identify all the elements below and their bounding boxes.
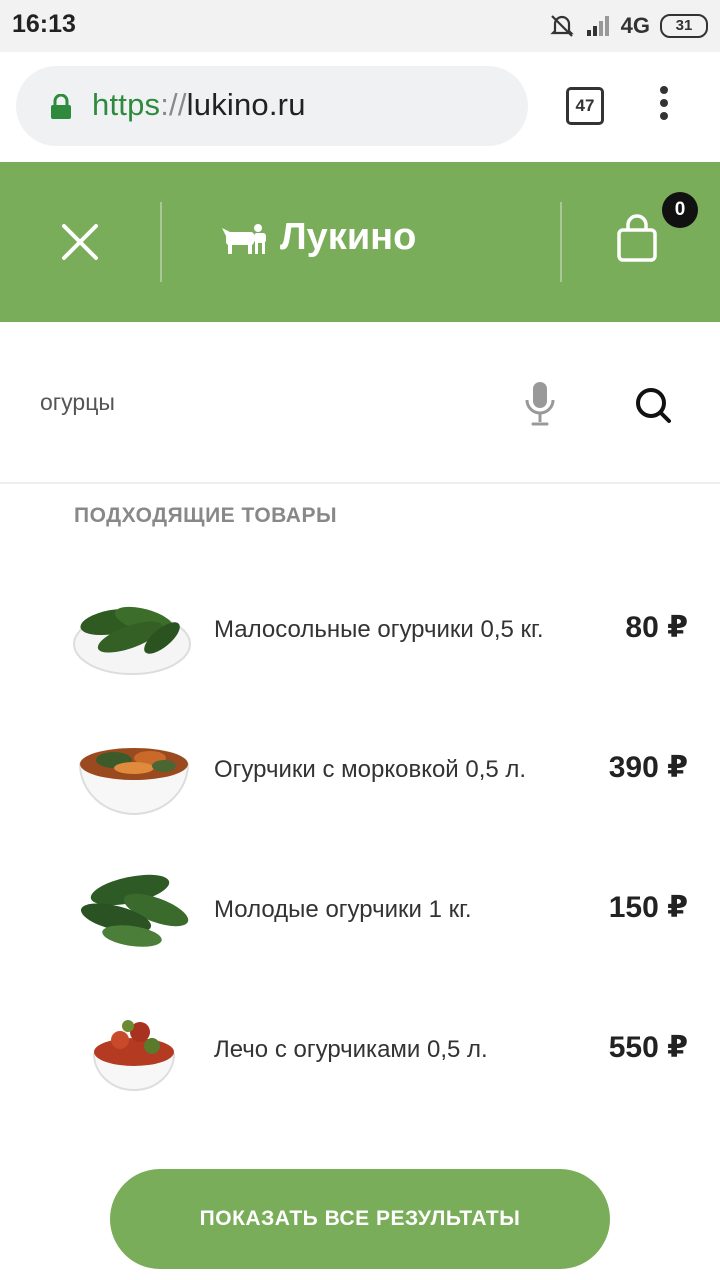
product-item[interactable]: Лечо с огурчиками 0,5 л. 550 ₽ xyxy=(0,994,720,1114)
product-price: 80 ₽ xyxy=(625,611,688,644)
bell-off-icon xyxy=(549,15,574,37)
results-heading: ПОДХОДЯЩИЕ ТОВАРЫ xyxy=(74,504,338,527)
signal-icon xyxy=(586,16,609,36)
shopping-bag-icon[interactable] xyxy=(614,214,660,264)
url-separator: :// xyxy=(160,87,187,122)
lecho-bowl-icon xyxy=(92,1020,176,1091)
tab-switcher-button[interactable]: 47 xyxy=(566,87,604,125)
url-host: lukino.ru xyxy=(186,87,306,122)
menu-dot-icon xyxy=(660,86,668,94)
microphone-icon[interactable] xyxy=(524,380,556,428)
product-name: Малосольные огурчики 0,5 кг. xyxy=(214,616,544,643)
product-price: 550 ₽ xyxy=(608,1031,688,1064)
close-icon[interactable] xyxy=(58,220,102,264)
product-item[interactable]: Огурчики с морковкой 0,5 л. 390 ₽ xyxy=(0,714,720,834)
site-logo[interactable]: Лукино xyxy=(220,216,416,259)
product-item[interactable]: Малосольные огурчики 0,5 кг. 80 ₽ xyxy=(0,574,720,694)
site-header: Лукино 0 xyxy=(0,162,720,322)
menu-dot-icon xyxy=(660,99,668,107)
pickles-carrot-bowl-icon xyxy=(78,748,190,815)
logo-text: Лукино xyxy=(280,216,417,258)
show-all-results-button[interactable]: ПОКАЗАТЬ ВСЕ РЕЗУЛЬТАТЫ xyxy=(110,1169,610,1269)
status-time: 16:13 xyxy=(12,10,76,38)
fresh-cucumbers-icon xyxy=(80,874,189,947)
network-type: 4G xyxy=(620,13,650,38)
pickles-bowl-icon xyxy=(73,606,191,675)
menu-dot-icon xyxy=(660,112,668,120)
status-bar: 16:13 4G 31 xyxy=(0,0,720,52)
search-results: ПОДХОДЯЩИЕ ТОВАРЫ Малосольные огурчики 0… xyxy=(0,484,720,1280)
header-divider xyxy=(560,202,562,282)
search-input[interactable] xyxy=(40,372,480,432)
address-bar[interactable]: https://lukino.ru xyxy=(16,66,528,146)
cart-count-badge: 0 xyxy=(662,192,698,228)
product-name: Молодые огурчики 1 кг. xyxy=(214,896,472,923)
search-icon[interactable] xyxy=(634,386,672,424)
url-text: https://lukino.ru xyxy=(92,87,306,123)
product-price: 390 ₽ xyxy=(608,751,688,784)
browser-toolbar: https://lukino.ru 47 xyxy=(0,52,720,162)
product-name: Лечо с огурчиками 0,5 л. xyxy=(214,1036,488,1063)
url-scheme: https xyxy=(92,87,161,122)
header-divider xyxy=(160,202,162,282)
status-indicators: 4G 31 xyxy=(549,12,708,40)
product-item[interactable]: Молодые огурчики 1 кг. 150 ₽ xyxy=(0,854,720,974)
product-price: 150 ₽ xyxy=(608,891,688,924)
farm-animals-icon xyxy=(222,223,266,254)
product-name: Огурчики с морковкой 0,5 л. xyxy=(214,756,527,783)
browser-menu-button[interactable] xyxy=(652,86,676,128)
lock-icon xyxy=(51,94,71,119)
search-panel xyxy=(0,322,720,482)
battery-indicator: 31 xyxy=(660,14,708,38)
